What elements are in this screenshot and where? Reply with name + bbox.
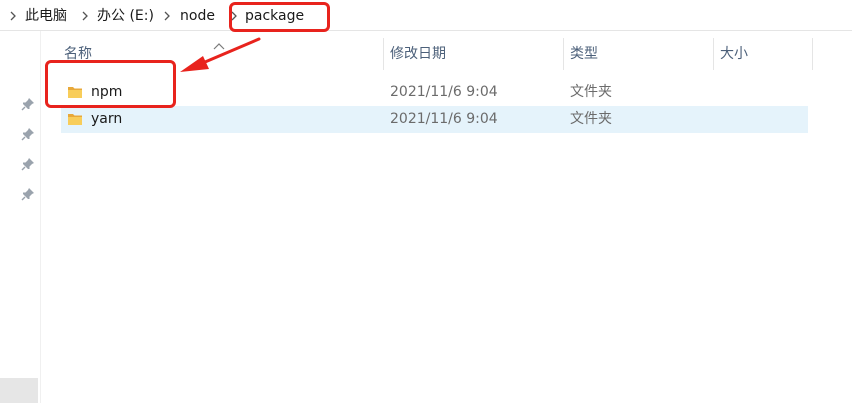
file-explorer-window: 此电脑 办公 (E:) node package 名称 修改日期 类型 大小 n…	[0, 0, 852, 403]
file-modified: 2021/11/6 9:04	[390, 111, 498, 127]
file-type: 文件夹	[570, 111, 612, 127]
annotation-highlight-box	[229, 2, 330, 32]
pin-icon[interactable]	[21, 126, 35, 141]
pin-icon[interactable]	[21, 156, 35, 171]
chevron-right-icon[interactable]	[8, 9, 18, 23]
sort-ascending-icon	[213, 35, 225, 50]
breadcrumb-item-node[interactable]: node	[180, 7, 215, 25]
breadcrumb-item-this-pc[interactable]: 此电脑	[25, 7, 67, 25]
file-modified: 2021/11/6 9:04	[390, 84, 498, 100]
column-header-size[interactable]: 大小	[720, 38, 748, 70]
navigation-pane	[0, 31, 41, 403]
breadcrumb: 此电脑 办公 (E:) node package	[0, 0, 852, 31]
column-divider[interactable]	[812, 38, 813, 70]
file-name: yarn	[91, 111, 123, 127]
column-header-type[interactable]: 类型	[570, 38, 598, 70]
breadcrumb-item-drive-e[interactable]: 办公 (E:)	[97, 7, 154, 25]
column-divider[interactable]	[713, 38, 714, 70]
file-type: 文件夹	[570, 84, 612, 100]
annotation-highlight-box	[45, 60, 176, 108]
chevron-right-icon[interactable]	[162, 9, 172, 23]
pin-icon[interactable]	[21, 186, 35, 201]
column-header-modified[interactable]: 修改日期	[390, 38, 446, 70]
chevron-right-icon[interactable]	[80, 9, 90, 23]
column-divider[interactable]	[383, 38, 384, 70]
column-divider[interactable]	[563, 38, 564, 70]
folder-icon	[67, 111, 83, 127]
pin-icon[interactable]	[21, 96, 35, 111]
nav-pane-footer	[0, 378, 38, 403]
list-item[interactable]: yarn 2021/11/6 9:04 文件夹	[61, 106, 808, 133]
